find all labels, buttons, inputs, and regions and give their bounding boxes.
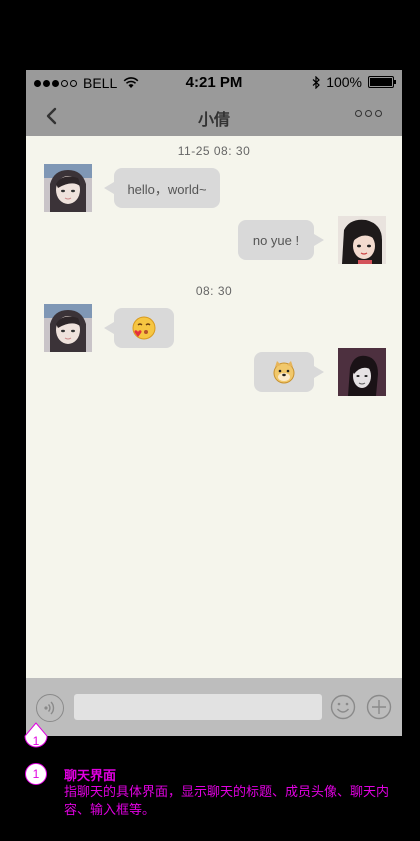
avatar-self[interactable]	[338, 348, 386, 396]
page-title: 小倩	[197, 112, 230, 129]
emoji-button[interactable]	[330, 694, 356, 720]
annotation-title: 聊天界面	[64, 768, 117, 783]
more-options-icon[interactable]	[355, 110, 382, 117]
voice-button[interactable]	[36, 694, 64, 722]
timestamp: 08: 30	[195, 284, 233, 298]
smiley-icon	[330, 694, 356, 720]
status-bar: BELL 4:21 PM 100%	[26, 70, 402, 96]
nav-bar: 小倩	[26, 96, 402, 136]
bluetooth-icon	[312, 75, 321, 89]
more-actions-button[interactable]	[366, 694, 392, 720]
message-bubble[interactable]	[254, 352, 324, 392]
kiss-face-icon	[132, 316, 156, 340]
avatar-self[interactable]	[338, 216, 386, 264]
plus-icon	[366, 694, 392, 720]
message-bubble[interactable]: no yue !	[238, 220, 324, 260]
battery-icon	[368, 76, 396, 88]
annotation-number: 1	[25, 763, 47, 785]
doge-icon	[273, 361, 295, 384]
annotation-callout-icon: 1	[24, 722, 48, 748]
svg-text:1: 1	[33, 734, 40, 748]
annotation-description: 指聊天的具体界面，显示聊天的标题、成员头像、聊天内容、输入框等。	[64, 784, 390, 817]
message-bubble[interactable]: hello，world~	[104, 168, 220, 208]
avatar-contact[interactable]	[44, 164, 92, 212]
message-text: no yue !	[252, 232, 300, 248]
voice-icon	[44, 701, 55, 715]
phone-screen: BELL 4:21 PM 100% 小倩 11-25 08: 30 hello，…	[26, 70, 402, 736]
status-right: 100%	[312, 74, 396, 90]
battery-percent: 100%	[326, 74, 362, 90]
input-bar	[26, 678, 402, 736]
message-bubble[interactable]	[104, 308, 174, 348]
timestamp: 11-25 08: 30	[177, 144, 251, 158]
message-text: hello，world~	[127, 181, 207, 197]
avatar-contact[interactable]	[44, 304, 92, 352]
message-input[interactable]	[74, 694, 322, 720]
